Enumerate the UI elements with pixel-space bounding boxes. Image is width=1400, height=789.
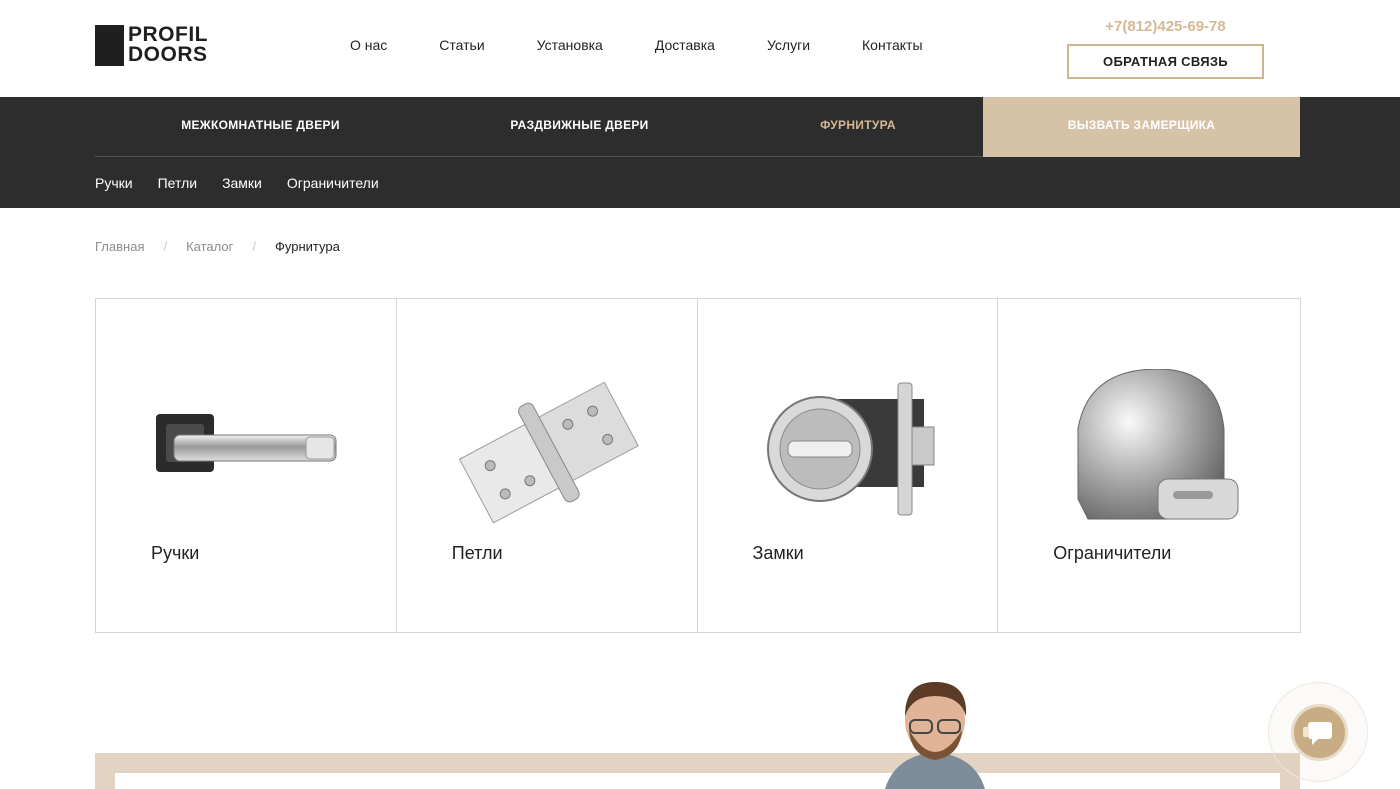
category-card-handles[interactable]: Ручки: [96, 299, 397, 632]
page: PROFIL DOORS О нас Статьи Установка Дост…: [0, 0, 1400, 789]
door-handle-icon: [156, 414, 337, 472]
top-nav-about[interactable]: О нас: [350, 37, 387, 53]
promo-inner: [115, 773, 1280, 789]
breadcrumb: Главная / Каталог / Фурнитура: [95, 239, 340, 254]
main-nav-sliding-doors[interactable]: РАЗДВИЖНЫЕ ДВЕРИ: [426, 97, 733, 157]
logo-mark: [95, 25, 124, 66]
category-label: Петли: [451, 543, 503, 563]
top-nav: О нас Статьи Установка Доставка Услуги К…: [350, 37, 975, 53]
logo-text: PROFIL DOORS: [128, 23, 208, 66]
logo-line-2: DOORS: [128, 43, 208, 66]
phone-number[interactable]: +7(812)425-69-78: [1067, 18, 1264, 35]
chat-icon: [1303, 722, 1332, 745]
door-lock-icon: [766, 382, 934, 516]
sub-nav-hinges[interactable]: Петли: [158, 175, 197, 191]
sub-nav-handles[interactable]: Ручки: [95, 175, 133, 191]
door-hinge-icon: [458, 381, 639, 524]
main-nav: МЕЖКОМНАТНЫЕ ДВЕРИ РАЗДВИЖНЫЕ ДВЕРИ ФУРН…: [0, 97, 1400, 208]
door-stopper-icon: [1077, 369, 1239, 520]
consultant-photo: [885, 682, 985, 789]
callback-button[interactable]: ОБРАТНАЯ СВЯЗЬ: [1067, 44, 1264, 79]
breadcrumb-separator: /: [163, 239, 168, 254]
main-nav-interior-doors[interactable]: МЕЖКОМНАТНЫЕ ДВЕРИ: [95, 97, 426, 157]
breadcrumb-catalog[interactable]: Каталог: [186, 239, 233, 254]
category-label: Ручки: [151, 543, 200, 563]
top-nav-delivery[interactable]: Доставка: [655, 37, 715, 53]
category-grid: Ручки Петли Замки Ограничители: [95, 298, 1301, 633]
sub-nav-stoppers[interactable]: Ограничители: [287, 175, 379, 191]
category-card-hinges[interactable]: Петли: [397, 299, 698, 632]
top-nav-articles[interactable]: Статьи: [439, 37, 484, 53]
breadcrumb-current: Фурнитура: [275, 239, 340, 254]
top-nav-installation[interactable]: Установка: [537, 37, 603, 53]
chat-widget[interactable]: [1268, 682, 1368, 782]
header: PROFIL DOORS О нас Статьи Установка Дост…: [0, 0, 1400, 97]
logo[interactable]: PROFIL DOORS: [95, 23, 208, 66]
top-nav-services[interactable]: Услуги: [767, 37, 810, 53]
category-label: Замки: [752, 543, 804, 563]
main-nav-row: МЕЖКОМНАТНЫЕ ДВЕРИ РАЗДВИЖНЫЕ ДВЕРИ ФУРН…: [95, 97, 1300, 157]
sub-nav: Ручки Петли Замки Ограничители: [95, 175, 404, 191]
logo-line-1: PROFIL: [128, 23, 208, 46]
category-label: Ограничители: [1053, 543, 1172, 563]
sub-nav-locks[interactable]: Замки: [222, 175, 262, 191]
call-measurer-button[interactable]: ВЫЗВАТЬ ЗАМЕРЩИКА: [983, 97, 1300, 157]
category-card-locks[interactable]: Замки: [698, 299, 999, 632]
category-card-stoppers[interactable]: Ограничители: [998, 299, 1300, 632]
breadcrumb-home[interactable]: Главная: [95, 239, 144, 254]
breadcrumb-separator: /: [252, 239, 256, 254]
chat-button[interactable]: [1291, 704, 1348, 761]
top-nav-contacts[interactable]: Контакты: [862, 37, 922, 53]
main-nav-hardware[interactable]: ФУРНИТУРА: [733, 97, 983, 157]
